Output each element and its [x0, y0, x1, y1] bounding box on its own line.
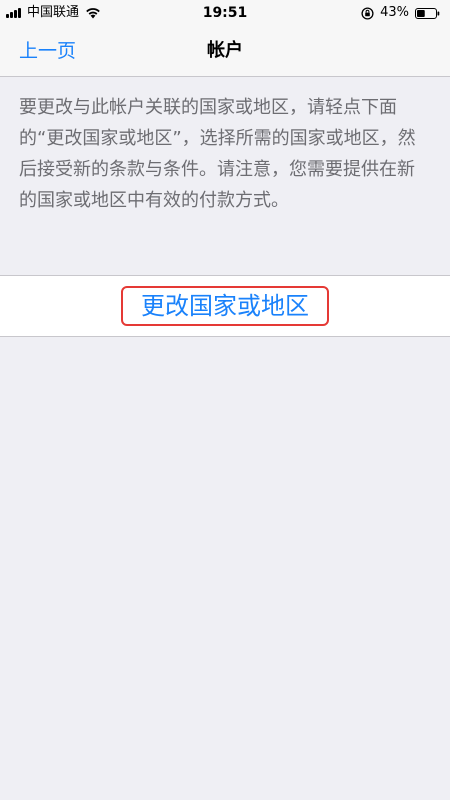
navigation-bar: 上一页 帐户	[0, 26, 450, 77]
status-right: 43%	[361, 5, 440, 21]
change-region-description: 要更改与此帐户关联的国家或地区，请轻点下面的“更改国家或地区”，选择所需的国家或…	[19, 97, 416, 211]
rotation-lock-icon	[361, 6, 374, 20]
change-country-region-button[interactable]: 更改国家或地区	[121, 286, 329, 326]
back-button[interactable]: 上一页	[19, 38, 76, 64]
battery-percent: 43%	[380, 5, 409, 20]
status-bar: 中国联通 19:51 43%	[0, 0, 450, 26]
change-region-cell: 更改国家或地区	[0, 275, 450, 337]
battery-icon	[415, 7, 440, 19]
